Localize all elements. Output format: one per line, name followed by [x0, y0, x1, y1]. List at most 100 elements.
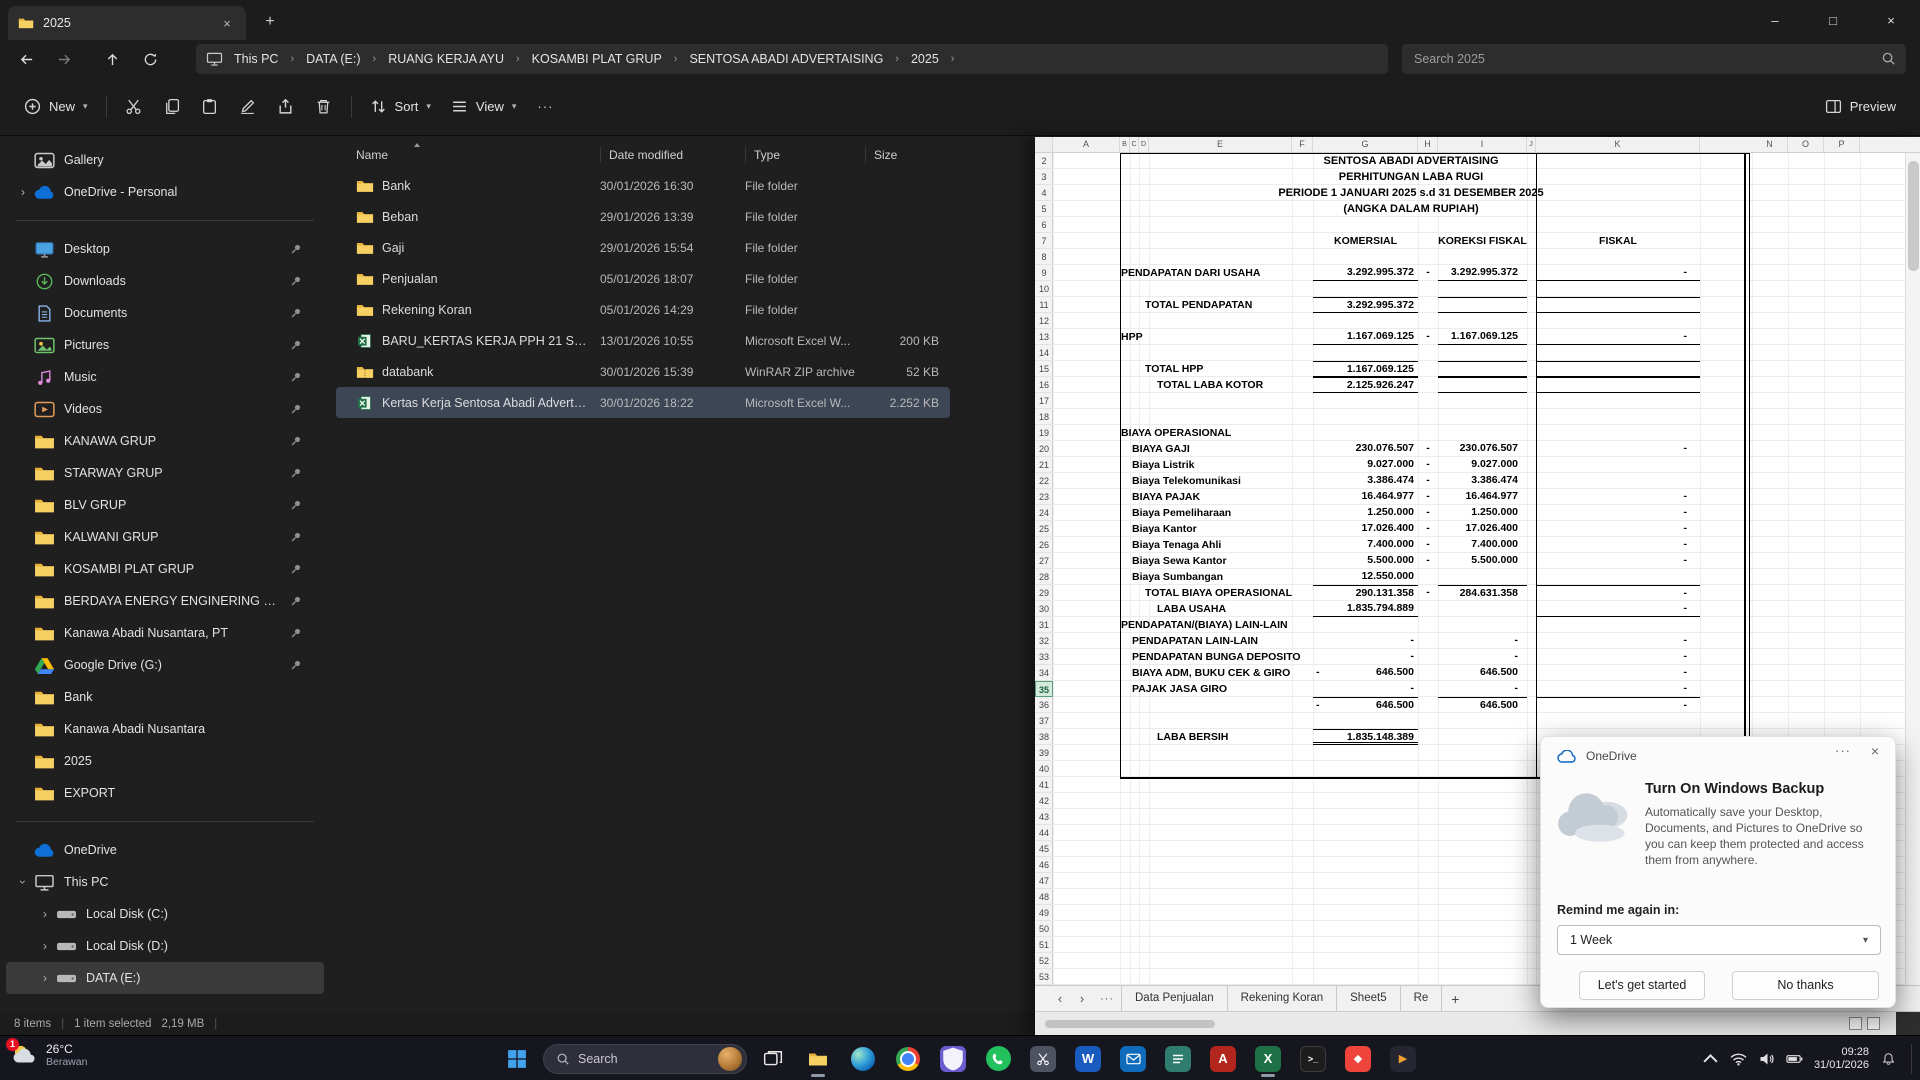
sidebar-item-starway-grup[interactable]: STARWAY GRUP [6, 457, 324, 489]
wifi-icon[interactable] [1730, 1052, 1747, 1066]
column-header-date-modified[interactable]: Date modified [600, 147, 745, 163]
row-header-10[interactable]: 10 [1035, 281, 1053, 297]
share-button[interactable] [267, 90, 305, 124]
row-header-16[interactable]: 16 [1035, 377, 1053, 393]
row-header-52[interactable]: 52 [1035, 953, 1053, 969]
cell-I22[interactable]: 3.386.474 [1438, 473, 1527, 489]
select-all-corner[interactable] [1035, 137, 1053, 152]
delete-button[interactable] [305, 90, 343, 124]
row-header-17[interactable]: 17 [1035, 393, 1053, 409]
cell-K26[interactable]: - [1536, 537, 1700, 553]
paste-button[interactable] [191, 90, 229, 124]
sidebar-item-onedrive[interactable]: OneDrive [6, 834, 324, 866]
sidebar-item-documents[interactable]: Documents [6, 297, 324, 329]
taskbar-app-terminal[interactable]: >_ [1294, 1040, 1332, 1078]
cell-H25[interactable]: - [1418, 521, 1438, 537]
cell-K9[interactable]: - [1536, 265, 1700, 281]
sidebar-item-onedrive-personal[interactable]: ›OneDrive - Personal [6, 176, 324, 208]
cell-G15[interactable]: 1.167.069.125 [1313, 361, 1418, 377]
sidebar-item-export[interactable]: EXPORT [6, 777, 324, 809]
taskbar-app-mail[interactable] [1114, 1040, 1152, 1078]
row-header-18[interactable]: 18 [1035, 409, 1053, 425]
column-header-H[interactable]: H [1418, 137, 1438, 152]
tab-close-icon[interactable]: × [218, 16, 236, 31]
row-header-7[interactable]: 7 [1035, 233, 1053, 249]
row-header-38[interactable]: 38 [1035, 729, 1053, 745]
column-header-D[interactable]: D [1139, 137, 1149, 152]
column-header-J[interactable]: J [1527, 137, 1536, 152]
toast-close-button[interactable]: × [1871, 743, 1879, 759]
cell-K16[interactable] [1536, 377, 1700, 393]
show-desktop-handle[interactable] [1911, 1044, 1912, 1074]
cell-K11[interactable] [1536, 297, 1700, 313]
cut-button[interactable] [115, 90, 153, 124]
back-button[interactable] [10, 44, 42, 74]
sidebar-item-kanawa-abadi-nusantara-pt[interactable]: Kanawa Abadi Nusantara, PT [6, 617, 324, 649]
weather-widget[interactable]: 1 26°C Berawan [10, 1041, 87, 1069]
sheet-list-button[interactable]: ··· [1093, 993, 1121, 1005]
row-header-34[interactable]: 34 [1035, 665, 1053, 681]
cell-G20[interactable]: 230.076.507 [1313, 441, 1418, 457]
column-header-G[interactable]: G [1313, 137, 1418, 152]
row-header-32[interactable]: 32 [1035, 633, 1053, 649]
cell-K15[interactable] [1536, 361, 1700, 377]
cell-K36[interactable]: - [1536, 697, 1700, 713]
row-header-41[interactable]: 41 [1035, 777, 1053, 793]
sidebar-item-google-drive-g[interactable]: Google Drive (G:) [6, 649, 324, 681]
chevron-right-icon[interactable]: › [36, 939, 54, 953]
column-header-size[interactable]: Size [865, 147, 945, 163]
sidebar-item-kalwani-grup[interactable]: KALWANI GRUP [6, 521, 324, 553]
taskbar-app-notepad[interactable] [1159, 1040, 1197, 1078]
chevron-right-icon[interactable]: › [36, 971, 54, 985]
column-header-name[interactable]: Name [356, 147, 600, 163]
sheet-scroll-right[interactable]: › [1071, 991, 1093, 1006]
row-header-15[interactable]: 15 [1035, 361, 1053, 377]
no-thanks-button[interactable]: No thanks [1732, 971, 1879, 1000]
cell-G27[interactable]: 5.500.000 [1313, 553, 1418, 569]
cell-I13[interactable]: 1.167.069.125 [1438, 329, 1527, 345]
sheet-tab-sheet5[interactable]: Sheet5 [1337, 986, 1400, 1011]
explorer-tab[interactable]: 2025 × [8, 6, 246, 40]
cell-K32[interactable]: - [1536, 633, 1700, 649]
normal-view-icon[interactable] [1849, 1017, 1862, 1030]
column-header-K[interactable]: K [1536, 137, 1700, 152]
sidebar-item-kosambi-plat-grup[interactable]: KOSAMBI PLAT GRUP [6, 553, 324, 585]
taskbar-app-anydesk[interactable]: ◆ [1339, 1040, 1377, 1078]
sort-button[interactable]: Sort▾ [360, 90, 441, 124]
row-header-8[interactable]: 8 [1035, 249, 1053, 265]
taskbar-app-acrobat[interactable]: A [1204, 1040, 1242, 1078]
add-sheet-button[interactable]: + [1442, 991, 1468, 1007]
chevron-right-icon[interactable]: › [14, 185, 32, 199]
column-header-N[interactable]: N [1752, 137, 1788, 152]
cell-G25[interactable]: 17.026.400 [1313, 521, 1418, 537]
search-input[interactable] [1402, 44, 1906, 74]
minimize-button[interactable]: – [1746, 0, 1804, 40]
row-header-45[interactable]: 45 [1035, 841, 1053, 857]
sidebar-item-downloads[interactable]: Downloads [6, 265, 324, 297]
cell-I29[interactable]: 284.631.358 [1438, 585, 1527, 601]
new-tab-button[interactable]: + [258, 10, 282, 34]
row-header-53[interactable]: 53 [1035, 969, 1053, 985]
cell-I16[interactable] [1438, 377, 1527, 393]
sidebar-item-bank[interactable]: Bank [6, 681, 324, 713]
sheet-tab-re[interactable]: Re [1401, 986, 1443, 1011]
cell-G35[interactable]: - [1313, 681, 1418, 697]
row-header-27[interactable]: 27 [1035, 553, 1053, 569]
file-row[interactable]: Gaji29/01/2026 15:54File folder [336, 232, 950, 263]
cell-G21[interactable]: 9.027.000 [1313, 457, 1418, 473]
taskbar-search[interactable]: Search [543, 1044, 747, 1074]
chevron-down-icon[interactable]: › [16, 873, 30, 891]
taskbar-app-chrome[interactable] [889, 1040, 927, 1078]
page-layout-view-icon[interactable] [1867, 1017, 1880, 1030]
hidden-icons-chevron[interactable] [1702, 1052, 1719, 1066]
cell-I27[interactable]: 5.500.000 [1438, 553, 1527, 569]
row-header-46[interactable]: 46 [1035, 857, 1053, 873]
cell-I36[interactable]: 646.500 [1438, 697, 1527, 713]
taskbar-app-whatsapp[interactable] [979, 1040, 1017, 1078]
cell-I35[interactable]: - [1438, 681, 1527, 697]
row-header-11[interactable]: 11 [1035, 297, 1053, 313]
cell-I11[interactable] [1438, 297, 1527, 313]
page-break-view-icon[interactable] [1896, 1012, 1920, 1036]
taskbar-app-word[interactable]: W [1069, 1040, 1107, 1078]
cell-K34[interactable]: - [1536, 665, 1700, 681]
